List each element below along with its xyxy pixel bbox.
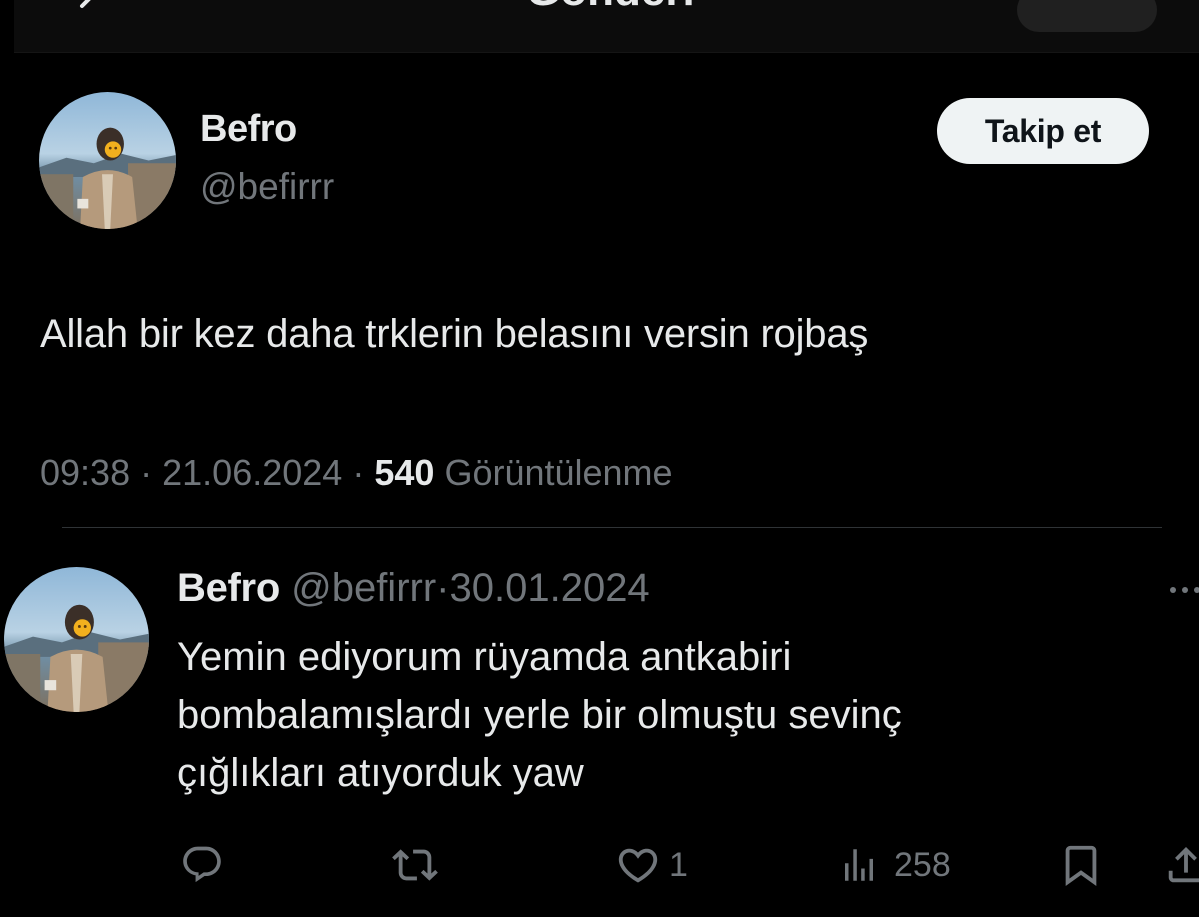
reply-text: Yemin ediyorum rüyamda antkabiri bombala… <box>177 628 1157 802</box>
reply-header: Befro @befirrr·30.01.2024 <box>177 566 650 611</box>
arrow-left-icon[interactable] <box>70 0 100 22</box>
author-name[interactable]: Befro <box>200 108 297 151</box>
reply-separator: · <box>436 566 450 610</box>
heart-icon <box>618 848 658 883</box>
avatar[interactable] <box>39 92 176 229</box>
reply-text-line: Yemin ediyorum rüyamda antkabiri <box>177 635 792 679</box>
divider <box>62 527 1162 528</box>
like-count: 1 <box>669 845 688 884</box>
avatar-photo <box>4 567 149 712</box>
reply-date[interactable]: 30.01.2024 <box>449 566 649 610</box>
reply-author-handle[interactable]: @befirrr <box>291 566 436 610</box>
follow-button[interactable]: Takip et <box>937 98 1149 164</box>
analytics-icon <box>845 849 873 881</box>
more-icon <box>1170 587 1199 593</box>
author-handle[interactable]: @befirrr <box>200 166 334 208</box>
retweet-button[interactable] <box>392 840 438 890</box>
tweet-meta: 09:38 · 21.06.2024 · 540 Görüntülenme <box>40 452 673 494</box>
views-label: Görüntülenme <box>444 452 673 493</box>
reply-text-line: bombalamışlardı yerle bir olmuştu sevinç <box>177 693 902 737</box>
views-count: 258 <box>894 845 951 884</box>
tweet-date[interactable]: 21.06.2024 <box>162 452 342 493</box>
meta-separator: · <box>140 452 153 493</box>
share-icon <box>1168 846 1199 883</box>
reply-text-line: çığlıkları atıyorduk yaw <box>177 751 584 795</box>
avatar-photo <box>39 92 176 229</box>
top-right-button[interactable] <box>1017 0 1157 32</box>
tweet-text: Allah bir kez daha trklerin belasını ver… <box>40 312 869 356</box>
reply-author-name[interactable]: Befro <box>177 566 280 610</box>
views-button[interactable]: 258 <box>838 840 951 890</box>
tweet-time[interactable]: 09:38 <box>40 452 130 493</box>
bookmark-icon <box>1065 845 1097 886</box>
meta-separator: · <box>352 452 365 493</box>
retweet-icon <box>392 849 438 881</box>
like-button[interactable]: 1 <box>615 840 688 890</box>
avatar[interactable] <box>4 567 149 712</box>
page-title: Gönderi <box>526 0 695 16</box>
top-bar: Gönderi <box>14 0 1199 53</box>
share-button[interactable] <box>1163 840 1199 890</box>
reply-icon <box>183 846 221 883</box>
reply-button[interactable] <box>180 840 224 890</box>
more-icon[interactable] <box>1167 574 1199 608</box>
views-count: 540 <box>374 452 435 493</box>
bookmark-button[interactable] <box>1058 840 1104 890</box>
